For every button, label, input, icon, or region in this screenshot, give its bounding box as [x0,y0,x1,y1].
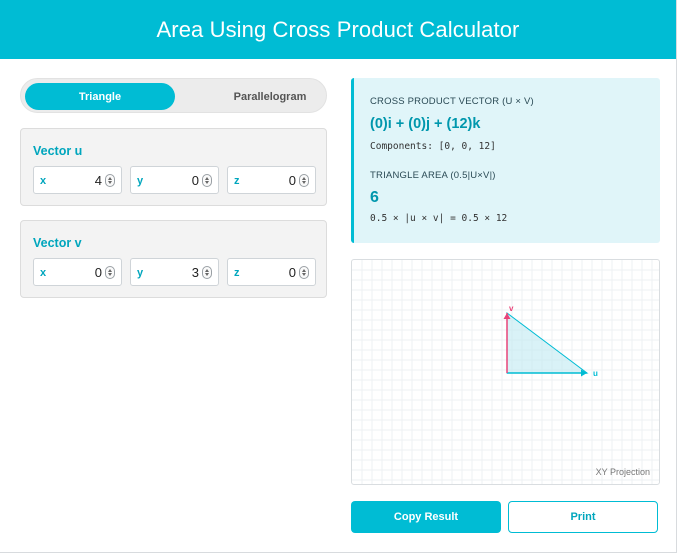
vector-u-y-field[interactable]: y 0 [130,166,219,194]
print-button[interactable]: Print [508,501,658,533]
spinner-icon[interactable] [299,266,309,279]
copy-result-button[interactable]: Copy Result [351,501,501,533]
spinner-icon[interactable] [202,174,212,187]
vector-u-x-value[interactable]: 4 [95,173,102,188]
projection-label: XY Projection [595,467,650,477]
spinner-icon[interactable] [299,174,309,187]
spinner-icon[interactable] [202,266,212,279]
area-label: TRIANGLE AREA (0.5|U×V|) [370,170,496,181]
vector-u-y-value[interactable]: 0 [192,173,199,188]
area-value: 6 [370,189,379,206]
vector-v-title: Vector v [33,236,82,250]
vector-v-panel: Vector v x 0 y 3 z 0 [20,220,327,298]
vector-u-panel: Vector u x 4 y 0 z 0 [20,128,327,206]
shape-mode-toggle: Triangle Parallelogram [20,78,327,113]
graph-canvas: uv [352,260,659,484]
vector-v-y-field[interactable]: y 3 [130,258,219,286]
tab-triangle[interactable]: Triangle [25,83,175,110]
vector-u-z-field[interactable]: z 0 [227,166,316,194]
components-text: Components: [0, 0, 12] [370,141,496,152]
result-panel: CROSS PRODUCT VECTOR (U × V) (0)i + (0)j… [351,78,660,243]
z-label: z [234,267,240,279]
calculator-app: Area Using Cross Product Calculator Tria… [0,0,677,553]
vector-u-z-value[interactable]: 0 [289,173,296,188]
x-label: x [40,175,47,187]
tab-parallelogram[interactable]: Parallelogram [195,83,345,110]
vector-u-x-field[interactable]: x 4 [33,166,122,194]
area-formula: 0.5 × |u × v| = 0.5 × 12 [370,213,508,224]
vector-v-label: v [509,304,514,313]
triangle-area-shape [506,312,589,374]
spinner-icon[interactable] [105,174,115,187]
x-label: x [40,267,47,279]
z-label: z [234,175,240,187]
vector-v-x-value[interactable]: 0 [95,265,102,280]
vector-v-z-field[interactable]: z 0 [227,258,316,286]
spinner-icon[interactable] [105,266,115,279]
y-label: y [137,267,144,279]
page-title: Area Using Cross Product Calculator [156,16,520,42]
app-header: Area Using Cross Product Calculator [0,0,676,59]
vector-v-y-value[interactable]: 3 [192,265,199,280]
vector-v-z-value[interactable]: 0 [289,265,296,280]
y-label: y [137,175,144,187]
vector-u-title: Vector u [33,144,83,158]
cross-product-label: CROSS PRODUCT VECTOR (U × V) [370,96,534,107]
vector-u-label: u [593,369,598,378]
xy-projection-graph: uv XY Projection [351,259,660,485]
cross-product-value: (0)i + (0)j + (12)k [370,116,481,132]
vector-v-x-field[interactable]: x 0 [33,258,122,286]
